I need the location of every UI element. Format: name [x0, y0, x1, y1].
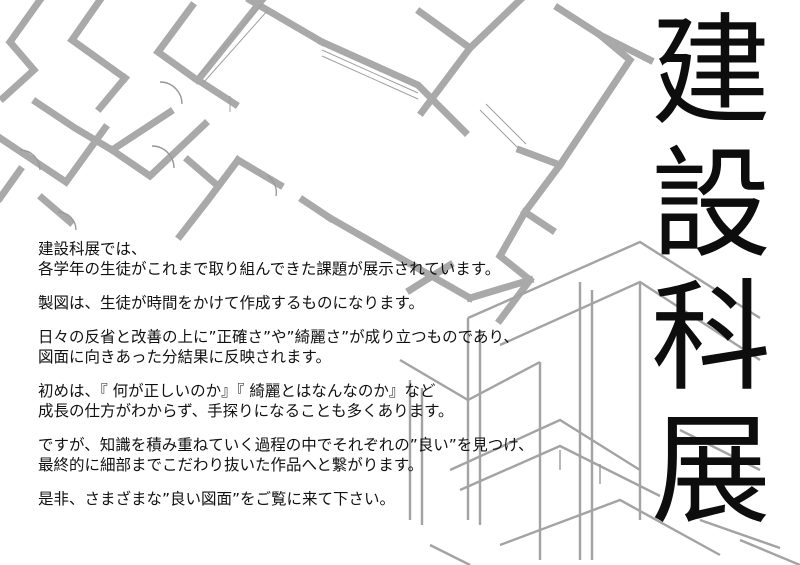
text-line: 初めは、『 何が正しいのか』『 綺麗とはなんなのか』など — [38, 382, 436, 400]
paragraph-improvement: 日々の反省と改善の上に”正確さ”や”綺麗さ”が成り立つものであり、 図面に向きあ… — [38, 327, 638, 367]
vertical-title: 建 設 科 展 — [646, 6, 776, 538]
title-char: 科 — [651, 269, 771, 408]
text-line: 日々の反省と改善の上に”正確さ”や”綺麗さ”が成り立つものであり、 — [38, 328, 519, 346]
paragraph-beginning: 初めは、『 何が正しいのか』『 綺麗とはなんなのか』など 成長の仕方がわからず、… — [38, 381, 638, 421]
text-line: ですが、知識を積み重ねていく過程の中でそれぞれの”良い”を見つけ、 — [38, 436, 534, 454]
poster: 建 設 科 展 建設科展では、 各学年の生徒がこれまで取り組んできた課題が展示さ… — [0, 0, 800, 565]
text-line: 是非、さまざまな”良い図面”をご覧に来て下さい。 — [38, 490, 396, 508]
description-text: 建設科展では、 各学年の生徒がこれまで取り組んできた課題が展示されています。 製… — [38, 239, 638, 523]
paragraph-intro: 建設科展では、 各学年の生徒がこれまで取り組んできた課題が展示されています。 — [38, 239, 638, 279]
text-line: 各学年の生徒がこれまで取り組んできた課題が展示されています。 — [38, 260, 501, 278]
paragraph-drafting: 製図は、生徒が時間をかけて作成するものになります。 — [38, 293, 638, 313]
text-line: 図面に向きあった分結果に反映されます。 — [38, 348, 331, 366]
title-char: 設 — [651, 136, 771, 275]
paragraph-invitation: 是非、さまざまな”良い図面”をご覧に来て下さい。 — [38, 489, 638, 509]
text-line: 最終的に細部までこだわり抜いた作品へと繋がります。 — [38, 456, 424, 474]
text-line: 成長の仕方がわからず、手探りになることも多くあります。 — [38, 402, 454, 420]
text-line: 製図は、生徒が時間をかけて作成するものになります。 — [38, 294, 424, 312]
title-char: 建 — [651, 3, 771, 142]
text-line: 建設科展では、 — [38, 240, 147, 258]
title-char: 展 — [651, 402, 771, 541]
paragraph-growth: ですが、知識を積み重ねていく過程の中でそれぞれの”良い”を見つけ、 最終的に細部… — [38, 435, 638, 475]
